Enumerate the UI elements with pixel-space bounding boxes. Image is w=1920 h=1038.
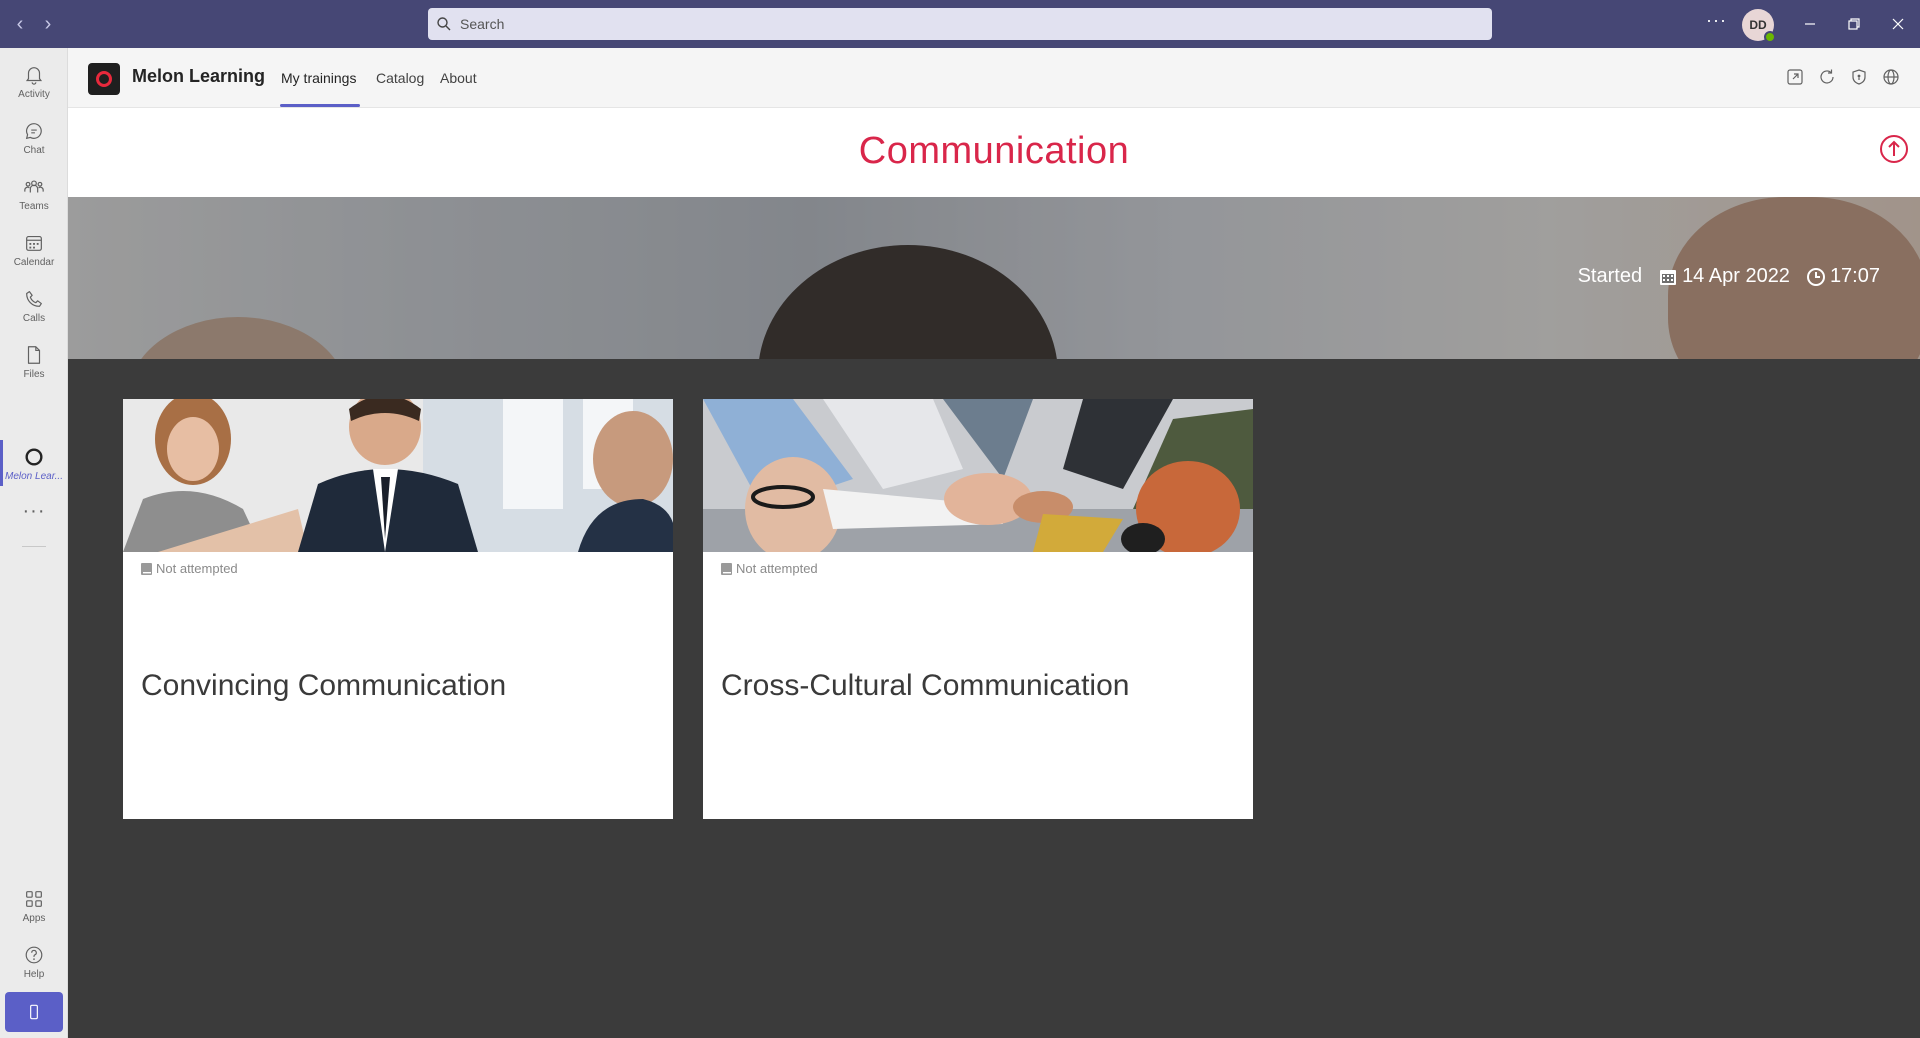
search-box[interactable] xyxy=(428,8,1492,40)
rail-item-label: Files xyxy=(23,369,45,380)
rail-item-teams[interactable]: Teams xyxy=(0,166,68,222)
rail-item-label: Melon Lear... xyxy=(5,471,63,482)
close-icon[interactable] xyxy=(1886,12,1910,36)
rail-item-label: Apps xyxy=(22,913,46,924)
rail-divider xyxy=(22,546,46,547)
rail-item-label: Activity xyxy=(18,89,50,100)
app-rail: Activity Chat Teams Calendar Calls Files… xyxy=(0,48,68,1038)
training-card[interactable]: Not attempted Convincing Communication xyxy=(123,399,673,819)
help-icon xyxy=(25,946,43,964)
app-name: Melon Learning xyxy=(132,66,266,86)
calendar-icon xyxy=(1660,269,1677,285)
hero-banner: Started 14 Apr 2022 17:07 xyxy=(68,197,1920,359)
started-date: 14 Apr 2022 xyxy=(1682,265,1790,287)
search-input[interactable] xyxy=(460,16,1360,32)
settings-more-icon[interactable]: ··· xyxy=(1706,10,1727,31)
avatar-initials: DD xyxy=(1749,18,1767,32)
active-tab-indicator xyxy=(280,104,360,107)
melon-ring-icon xyxy=(25,448,43,466)
card-status: Not attempted xyxy=(141,561,238,576)
started-label: Started xyxy=(1577,265,1643,287)
book-icon xyxy=(721,562,732,575)
popout-icon[interactable] xyxy=(1785,67,1805,87)
presence-available-icon xyxy=(1764,31,1776,43)
tab-about[interactable]: About xyxy=(440,70,477,86)
card-title[interactable]: Cross-Cultural Communication xyxy=(721,669,1129,703)
card-status: Not attempted xyxy=(721,561,818,576)
page-title: Communication xyxy=(858,130,1130,172)
rail-item-chat[interactable]: Chat xyxy=(0,110,68,166)
rail-item-activity[interactable]: Activity xyxy=(0,54,68,110)
more-apps-icon[interactable]: ··· xyxy=(0,500,68,523)
file-icon xyxy=(27,346,41,364)
title-bar: ‹ › ··· DD xyxy=(0,0,1920,48)
app-header: Melon Learning My trainings Catalog Abou… xyxy=(68,48,1920,108)
upload-arrow-icon[interactable] xyxy=(1879,134,1909,164)
search-icon xyxy=(437,17,451,31)
title-band: Communication xyxy=(68,108,1920,197)
melon-logo-icon xyxy=(88,63,120,95)
rail-item-label: Calls xyxy=(22,313,46,324)
rail-item-label: Chat xyxy=(23,145,45,156)
mobile-phone-icon xyxy=(30,1004,38,1020)
started-info: Started 14 Apr 2022 17:07 xyxy=(1578,265,1880,288)
card-status-label: Not attempted xyxy=(736,561,818,576)
training-card[interactable]: Not attempted Cross-Cultural Communicati… xyxy=(703,399,1253,819)
tab-catalog[interactable]: Catalog xyxy=(376,70,424,86)
back-arrow-icon[interactable]: ‹ xyxy=(8,12,32,36)
started-time: 17:07 xyxy=(1829,265,1880,287)
forward-arrow-icon[interactable]: › xyxy=(36,12,60,36)
rail-item-help[interactable]: Help xyxy=(0,934,68,990)
card-status-label: Not attempted xyxy=(156,561,238,576)
card-image xyxy=(123,399,673,552)
restore-icon[interactable] xyxy=(1842,12,1866,36)
teams-icon xyxy=(24,180,44,193)
card-title[interactable]: Convincing Communication xyxy=(141,669,506,703)
rail-item-melon-learning[interactable]: Melon Lear... xyxy=(0,436,68,492)
clock-icon xyxy=(1806,267,1825,286)
rail-item-calendar[interactable]: Calendar xyxy=(0,222,68,278)
rail-item-files[interactable]: Files xyxy=(0,334,68,390)
tab-my-trainings[interactable]: My trainings xyxy=(281,70,356,86)
rail-item-label: Help xyxy=(23,969,45,980)
bell-icon xyxy=(25,67,43,85)
apps-grid-icon xyxy=(26,891,42,907)
minimize-icon[interactable] xyxy=(1798,12,1822,36)
calendar-icon xyxy=(26,235,42,251)
phone-icon xyxy=(26,291,42,307)
globe-icon[interactable] xyxy=(1881,67,1901,87)
rail-item-calls[interactable]: Calls xyxy=(0,278,68,334)
avatar[interactable]: DD xyxy=(1742,9,1776,43)
rail-item-apps[interactable]: Apps xyxy=(0,878,68,934)
privacy-shield-icon[interactable] xyxy=(1849,67,1869,87)
book-icon xyxy=(141,562,152,575)
refresh-icon[interactable] xyxy=(1817,67,1837,87)
rail-item-label: Calendar xyxy=(13,257,55,268)
rail-item-label: Teams xyxy=(19,201,49,212)
card-image xyxy=(703,399,1253,552)
mobile-download-button[interactable] xyxy=(5,992,63,1032)
chat-icon xyxy=(25,123,42,140)
